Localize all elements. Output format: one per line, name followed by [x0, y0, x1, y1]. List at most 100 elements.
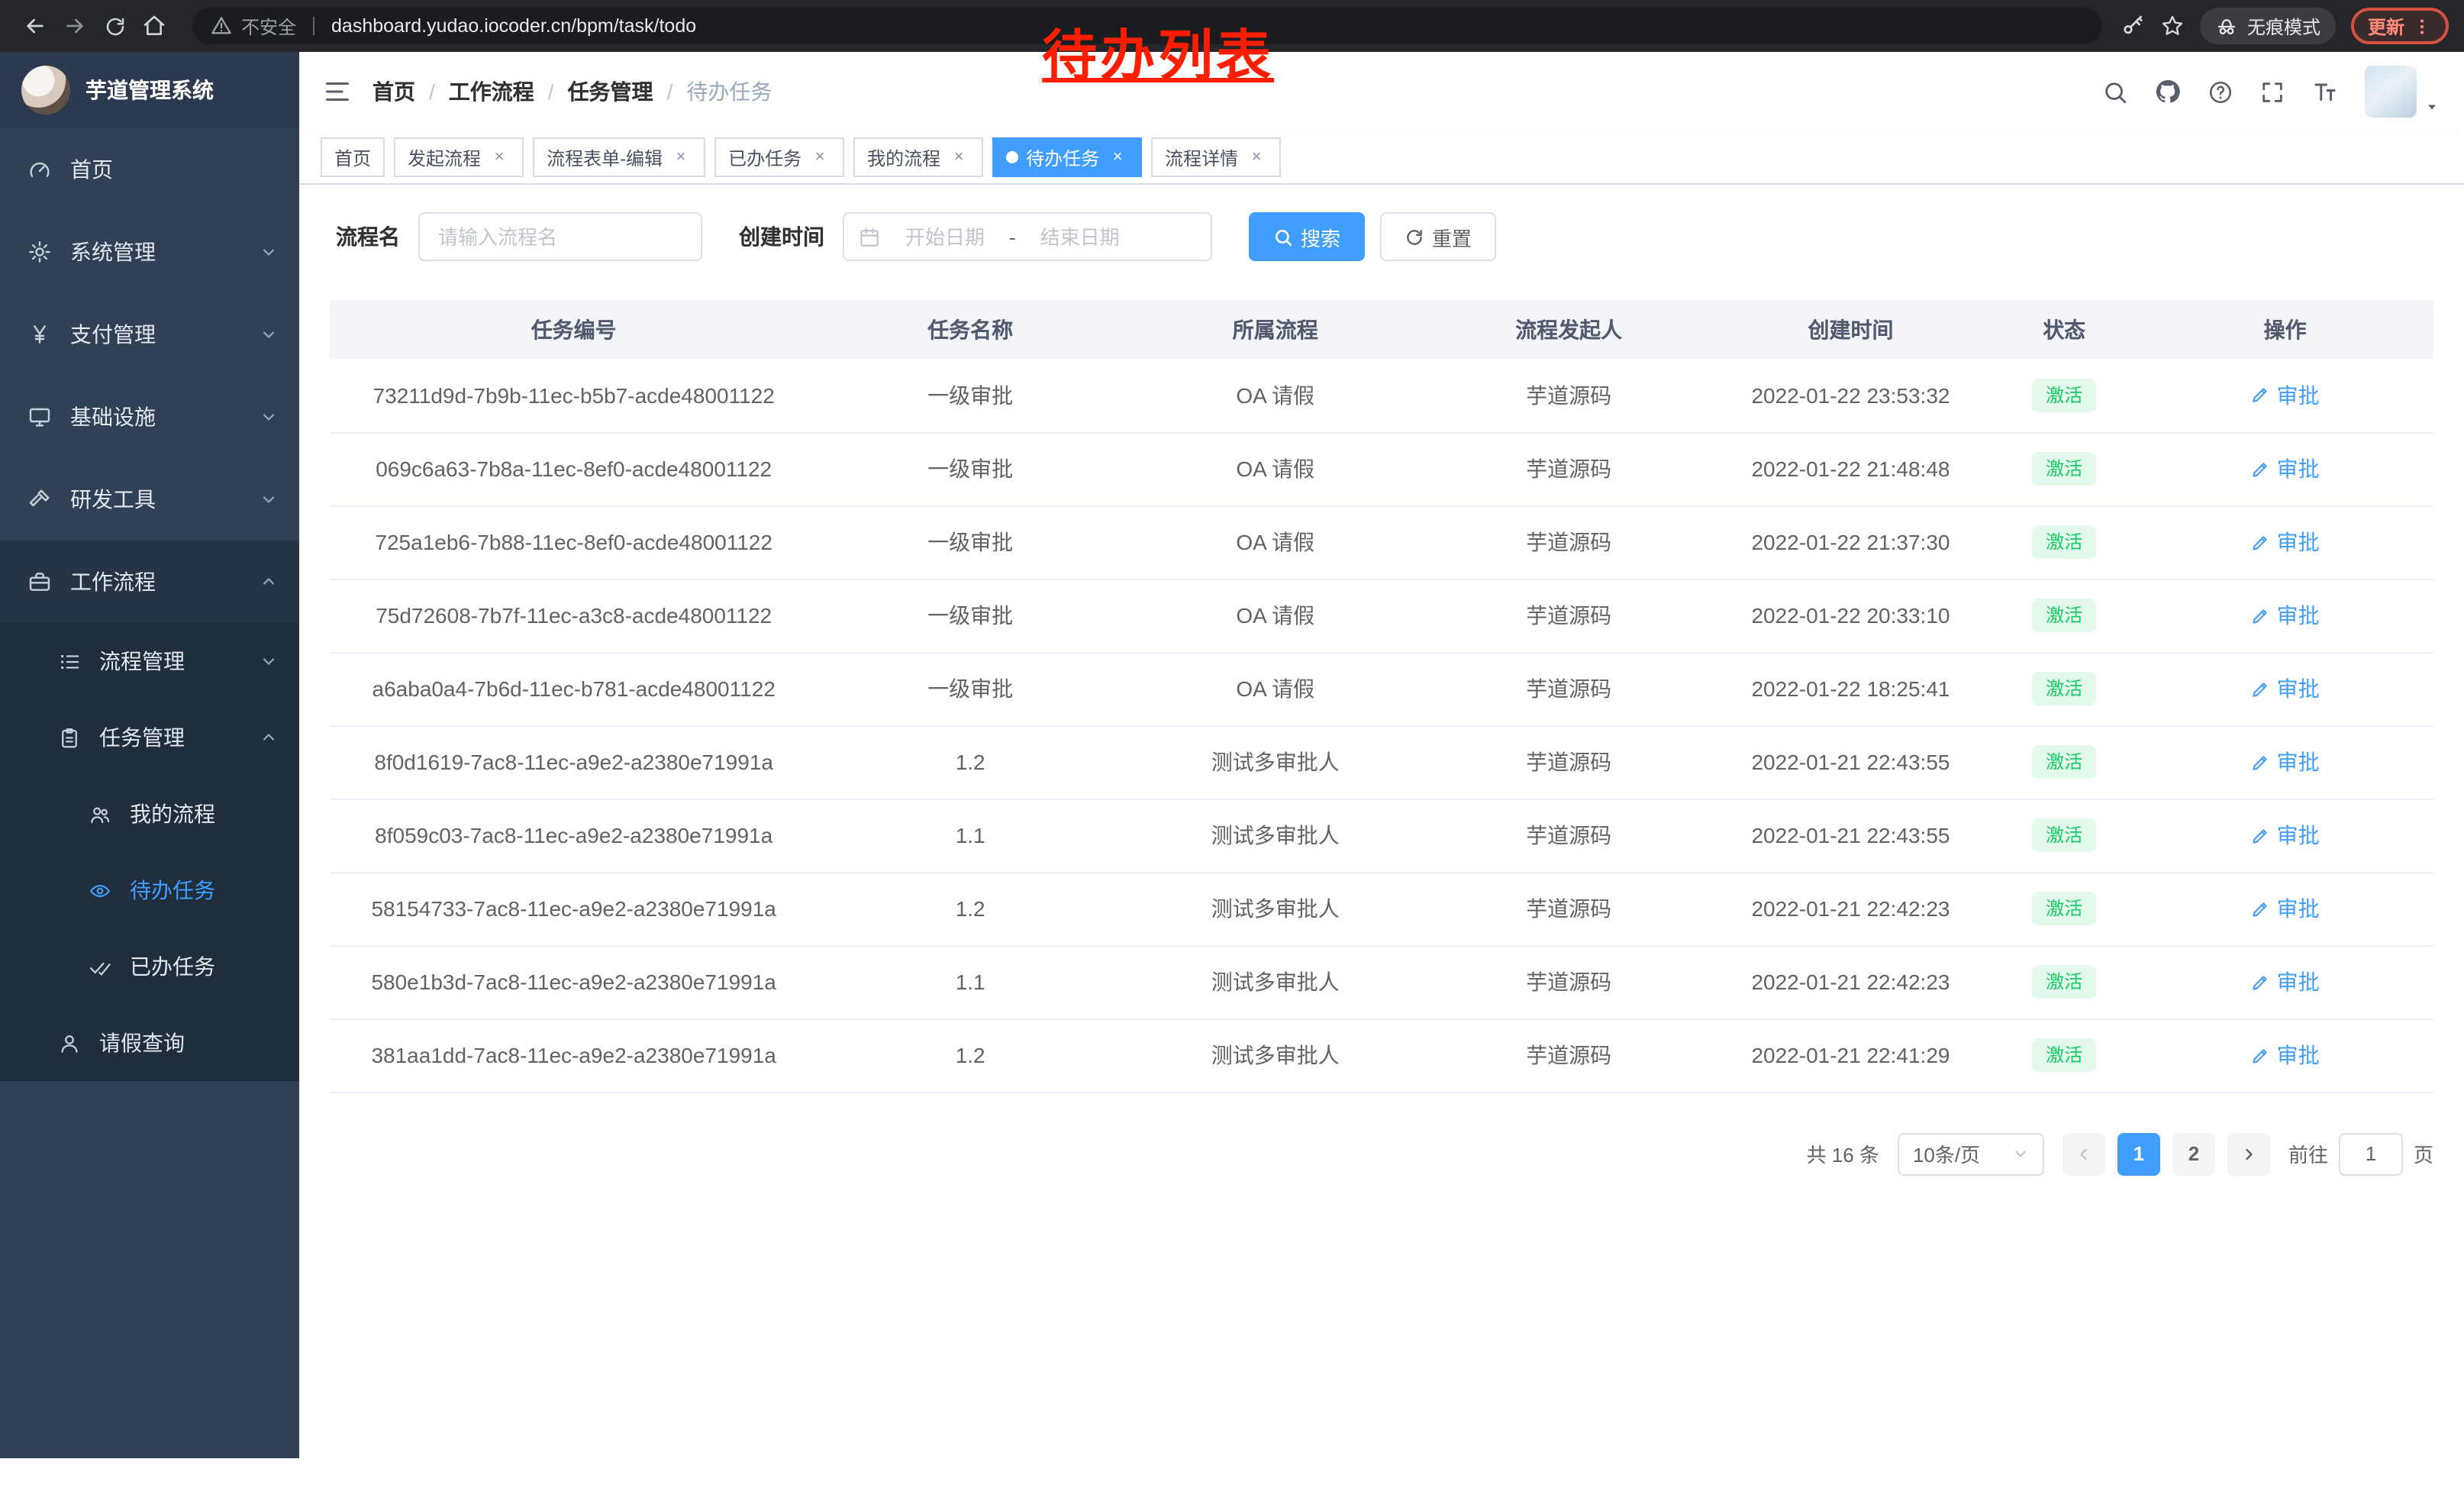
cell-created: 2022-01-22 23:53:32 [1710, 359, 1992, 432]
list-icon [58, 650, 81, 673]
cell-initiator: 芋道源码 [1428, 945, 1710, 1018]
page-button-1[interactable]: 1 [2117, 1132, 2160, 1175]
date-range-picker[interactable]: - [843, 212, 1212, 261]
close-icon[interactable]: × [1107, 147, 1128, 168]
sidebar-item-label: 我的流程 [130, 799, 278, 829]
fullscreen-icon[interactable] [2259, 79, 2285, 105]
url-text: dashboard.yudao.iocoder.cn/bpm/task/todo [331, 15, 696, 37]
user-avatar[interactable] [2365, 66, 2417, 118]
tab-process-form-edit[interactable]: 流程表单-编辑× [533, 137, 705, 177]
font-size-icon[interactable] [2311, 78, 2339, 105]
refresh-button[interactable] [95, 6, 134, 46]
sidebar-item-leave-query[interactable]: 请假查询 [0, 1005, 299, 1081]
cell-initiator: 芋道源码 [1428, 432, 1710, 505]
tab-done-tasks[interactable]: 已办任务× [714, 137, 844, 177]
close-icon[interactable]: × [670, 147, 692, 168]
cell-created: 2022-01-22 21:37:30 [1710, 505, 1992, 579]
menu-dots-icon[interactable] [2412, 16, 2432, 36]
approve-link[interactable]: 审批 [2251, 673, 2320, 704]
edit-icon [2251, 679, 2271, 699]
sidebar-item-devtools[interactable]: 研发工具 [0, 458, 299, 541]
help-icon[interactable] [2208, 79, 2233, 105]
page-size-select[interactable]: 10条/页 [1898, 1132, 2044, 1175]
process-name-input[interactable] [418, 212, 702, 261]
github-icon[interactable] [2154, 78, 2182, 105]
sidebar-item-workflow[interactable]: 工作流程 [0, 541, 299, 623]
tab-process-detail[interactable]: 流程详情× [1151, 137, 1281, 177]
close-icon[interactable]: × [489, 147, 510, 168]
approve-link-label: 审批 [2277, 967, 2320, 997]
prev-page-button[interactable] [2062, 1132, 2105, 1175]
start-date-input[interactable] [887, 225, 1003, 248]
sidebar-item-payment[interactable]: 支付管理 [0, 293, 299, 376]
breadcrumb-home[interactable]: 首页 [373, 76, 415, 107]
sidebar-item-system[interactable]: 系统管理 [0, 211, 299, 293]
goto-page-input[interactable] [2339, 1132, 2403, 1175]
approve-link[interactable]: 审批 [2251, 454, 2320, 484]
tab-my-process[interactable]: 我的流程× [853, 137, 983, 177]
status-badge: 激活 [2032, 965, 2096, 999]
edit-icon [2251, 459, 2271, 479]
sidebar-item-todo-tasks[interactable]: 待办任务 [0, 852, 299, 928]
cell-created: 2022-01-22 21:48:48 [1710, 432, 1992, 505]
bookmark-star-icon[interactable] [2160, 14, 2185, 38]
search-icon[interactable] [2102, 79, 2128, 105]
sidebar-item-infrastructure[interactable]: 基础设施 [0, 376, 299, 458]
status-badge: 激活 [2032, 745, 2096, 780]
sidebar-item-home[interactable]: 首页 [0, 128, 299, 211]
cell-process: 测试多审批人 [1123, 872, 1428, 945]
sidebar-item-my-process[interactable]: 我的流程 [0, 776, 299, 852]
cell-created: 2022-01-21 22:41:29 [1710, 1018, 1992, 1092]
next-page-button[interactable] [2227, 1132, 2270, 1175]
edit-icon [2251, 972, 2271, 992]
sidebar-item-process-management[interactable]: 流程管理 [0, 623, 299, 699]
approve-link[interactable]: 审批 [2251, 1040, 2320, 1070]
cell-task-name: 1.1 [818, 799, 1123, 872]
user-menu[interactable] [2365, 66, 2440, 118]
approve-link[interactable]: 审批 [2251, 820, 2320, 851]
tab-todo-tasks[interactable]: 待办任务× [992, 137, 1142, 177]
tab-home[interactable]: 首页 [321, 137, 385, 177]
approve-link[interactable]: 审批 [2251, 747, 2320, 777]
breadcrumb-task-management[interactable]: 任务管理 [568, 76, 653, 107]
chevron-down-icon [260, 325, 278, 344]
browser-window: 不安全 dashboard.yudao.iocoder.cn/bpm/task/… [0, 0, 2464, 1501]
password-key-icon[interactable] [2121, 14, 2145, 38]
incognito-badge: 无痕模式 [2200, 8, 2336, 44]
sidebar-item-label: 待办任务 [130, 875, 278, 905]
reset-button[interactable]: 重置 [1380, 212, 1496, 261]
search-button[interactable]: 搜索 [1249, 212, 1365, 261]
sidebar-item-done-tasks[interactable]: 已办任务 [0, 928, 299, 1005]
forward-button[interactable] [55, 6, 95, 46]
approve-link[interactable]: 审批 [2251, 380, 2320, 411]
table-row: a6aba0a4-7b6d-11ec-b781-acde48001122 一级审… [330, 652, 2433, 725]
end-date-input[interactable] [1022, 225, 1138, 248]
breadcrumb-workflow[interactable]: 工作流程 [449, 76, 534, 107]
edit-icon [2251, 825, 2271, 845]
approve-link[interactable]: 审批 [2251, 967, 2320, 997]
search-icon [1273, 227, 1293, 247]
close-icon[interactable]: × [948, 147, 969, 168]
sidebar-item-label: 任务管理 [99, 722, 241, 753]
approve-link[interactable]: 审批 [2251, 893, 2320, 924]
close-icon[interactable]: × [1246, 147, 1267, 168]
tab-label: 发起流程 [408, 144, 481, 170]
workflow-submenu: 流程管理 任务管理 我的流程 待办任务 [0, 623, 299, 1081]
app-title: 芋道管理系统 [85, 75, 214, 105]
cell-task-name: 一级审批 [818, 579, 1123, 652]
close-icon[interactable]: × [809, 147, 830, 168]
sidebar-item-task-management[interactable]: 任务管理 [0, 699, 299, 776]
tab-start-process[interactable]: 发起流程 × [394, 137, 524, 177]
approve-link[interactable]: 审批 [2251, 600, 2320, 631]
status-badge: 激活 [2032, 525, 2096, 560]
home-button[interactable] [134, 6, 174, 46]
breadcrumb-current: 待办任务 [686, 76, 772, 107]
browser-update-button[interactable]: 更新 [2351, 8, 2449, 44]
sidebar-collapse-button[interactable] [324, 78, 351, 105]
app-logo: 芋道管理系统 [0, 52, 299, 128]
back-button[interactable] [15, 6, 55, 46]
approve-link[interactable]: 审批 [2251, 527, 2320, 557]
cell-initiator: 芋道源码 [1428, 1018, 1710, 1092]
person-icon [58, 1031, 81, 1054]
page-button-2[interactable]: 2 [2172, 1132, 2215, 1175]
